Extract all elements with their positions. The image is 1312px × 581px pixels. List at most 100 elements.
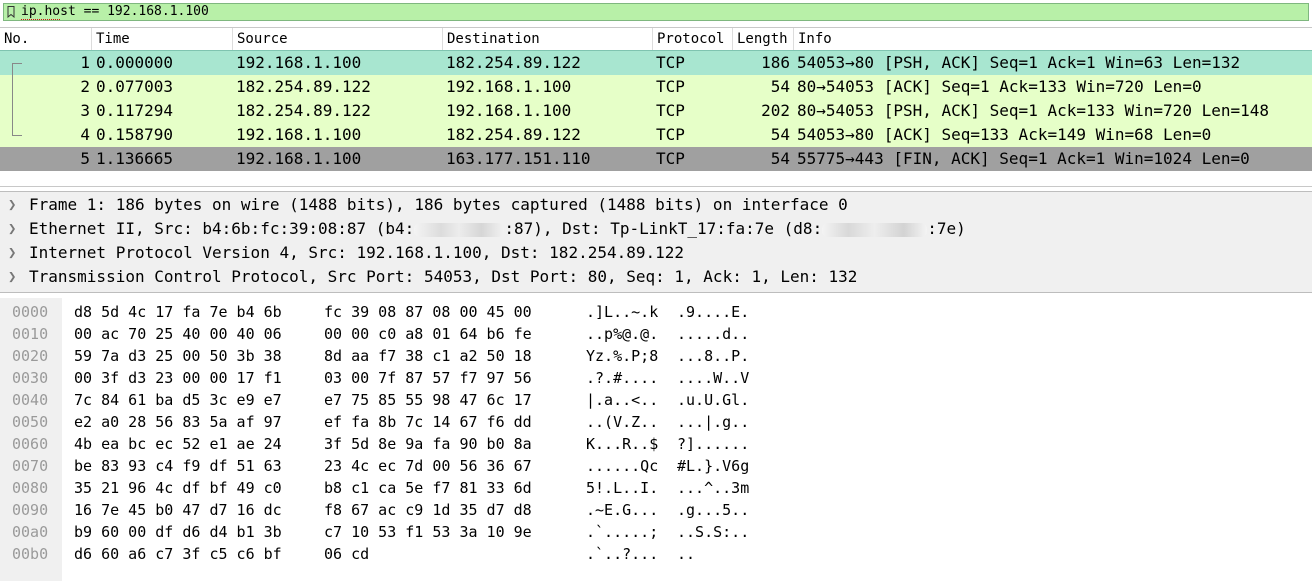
hex-bytes-1: 00 3f d3 23 00 00 17 f1 [74, 369, 282, 387]
packet-list-header: No. Time Source Destination Protocol Len… [0, 28, 1312, 51]
ascii-1: |.a..<.. [586, 391, 659, 409]
display-filter-bar: ip.host == 192.168.1.100 [0, 0, 1312, 24]
hex-offset: 0050 [12, 413, 49, 431]
packet-length: 186 [761, 53, 790, 72]
hex-offset: 00b0 [12, 545, 49, 563]
packet-bytes-pane: 0000 d8 5d 4c 17 fa 7e b4 6b fc 39 08 87 0… [0, 298, 1312, 581]
packet-length: 54 [770, 125, 790, 144]
ascii-2: ....W..V [677, 369, 750, 387]
ascii-1: ......Qc [586, 457, 659, 475]
packet-row[interactable]: 4 0.158790 192.168.1.100 182.254.89.122 TCP 5… [0, 123, 1312, 147]
packet-row[interactable]: 5 1.136665 192.168.1.100 163.177.151.110 TCP… [0, 147, 1312, 171]
ascii-1: .~E.G... [586, 501, 659, 519]
hex-offset: 0080 [12, 479, 49, 497]
hex-row[interactable]: 00b0 d6 60 a6 c7 3f c5 c6 bf 06 cd .`..?...… [0, 543, 1312, 565]
ascii-2: .u.U.Gl. [677, 391, 750, 409]
chevron-right-icon[interactable]: ❯ [8, 193, 20, 217]
ascii-2: ..S.S:.. [677, 523, 750, 541]
packet-length: 54 [770, 149, 790, 168]
ascii-1: .]L..~.k [586, 303, 659, 321]
hex-offset: 0090 [12, 501, 49, 519]
conversation-bracket-top [12, 63, 22, 64]
filter-spell-underline [21, 18, 60, 20]
detail-row-ethernet[interactable]: ❯ Ethernet II, Src: b4:6b:fc:39:08:87 (b… [0, 217, 1312, 241]
hex-bytes-1: 35 21 96 4c df bf 49 c0 [74, 479, 282, 497]
packet-row[interactable]: 2 0.077003 182.254.89.122 192.168.1.100 TCP 5… [0, 75, 1312, 99]
detail-row-frame[interactable]: ❯ Frame 1: 186 bytes on wire (1488 bits)… [0, 193, 1312, 217]
ascii-2: ...|.g.. [677, 413, 750, 431]
redacted-mac [822, 222, 928, 237]
hex-bytes-2: 00 00 c0 a8 01 64 b6 fe [324, 325, 532, 343]
bookmark-icon[interactable] [7, 6, 15, 18]
conversation-bracket-line [12, 63, 13, 135]
ascii-2: .....d.. [677, 325, 750, 343]
packet-list: No. Time Source Destination Protocol Len… [0, 27, 1312, 187]
hex-row[interactable]: 0020 59 7a d3 25 00 50 3b 38 8d aa f7 38 c… [0, 345, 1312, 367]
column-header-source[interactable]: Source [233, 28, 443, 50]
hex-bytes-1: e2 a0 28 56 83 5a af 97 [74, 413, 282, 431]
detail-text: Ethernet II, Src: b4:6b:fc:39:08:87 (b4:… [29, 217, 966, 241]
packet-details-pane: ❯ Frame 1: 186 bytes on wire (1488 bits)… [0, 191, 1312, 293]
detail-row-tcp[interactable]: ❯ Transmission Control Protocol, Src Por… [0, 265, 1312, 289]
packet-info: 54053→80 [ACK] Seq=133 Ack=149 Win=68 Le… [797, 125, 1212, 144]
hex-bytes-2: 3f 5d 8e 9a fa 90 b0 8a [324, 435, 532, 453]
ascii-2: .9....E. [677, 303, 750, 321]
hex-row[interactable]: 0050 e2 a0 28 56 83 5a af 97 ef fa 8b 7c 1… [0, 411, 1312, 433]
hex-bytes-2: ef fa 8b 7c 14 67 f6 dd [324, 413, 532, 431]
display-filter-input[interactable]: ip.host == 192.168.1.100 [3, 3, 1309, 21]
hex-offset: 00a0 [12, 523, 49, 541]
hex-row[interactable]: 0000 d8 5d 4c 17 fa 7e b4 6b fc 39 08 87 0… [0, 301, 1312, 323]
hex-row[interactable]: 00a0 b9 60 00 df d6 d4 b1 3b c7 10 53 f1 5… [0, 521, 1312, 543]
detail-text-part: :7e) [927, 219, 966, 238]
detail-text: Internet Protocol Version 4, Src: 192.16… [29, 243, 685, 262]
column-header-length[interactable]: Length [733, 28, 794, 50]
hex-offset: 0060 [12, 435, 49, 453]
hex-offset: 0070 [12, 457, 49, 475]
hex-bytes-1: be 83 93 c4 f9 df 51 63 [74, 457, 282, 475]
hex-row[interactable]: 0030 00 3f d3 23 00 00 17 f1 03 00 7f 87 5… [0, 367, 1312, 389]
hex-row[interactable]: 0010 00 ac 70 25 40 00 40 06 00 00 c0 a8 0… [0, 323, 1312, 345]
chevron-right-icon[interactable]: ❯ [8, 265, 20, 289]
hex-bytes-1: 4b ea bc ec 52 e1 ae 24 [74, 435, 282, 453]
ascii-2: .. [677, 545, 696, 563]
hex-bytes-2: b8 c1 ca 5e f7 81 33 6d [324, 479, 532, 497]
column-header-no[interactable]: No. [0, 28, 92, 50]
hex-bytes-1: b9 60 00 df d6 d4 b1 3b [74, 523, 282, 541]
packet-row[interactable]: 1 0.000000 192.168.1.100 182.254.89.122 TCP 1… [0, 50, 1312, 76]
detail-row-ipv4[interactable]: ❯ Internet Protocol Version 4, Src: 192.… [0, 241, 1312, 265]
ascii-1: .?.#.... [586, 369, 659, 387]
packet-row[interactable]: 3 0.117294 182.254.89.122 192.168.1.100 TCP 2… [0, 99, 1312, 123]
column-header-destination[interactable]: Destination [443, 28, 653, 50]
column-header-protocol[interactable]: Protocol [653, 28, 733, 50]
hex-offset: 0030 [12, 369, 49, 387]
packet-length: 202 [761, 101, 790, 120]
detail-text: Transmission Control Protocol, Src Port:… [29, 267, 858, 286]
hex-offset: 0000 [12, 303, 49, 321]
hex-bytes-2: fc 39 08 87 08 00 45 00 [324, 303, 532, 321]
packet-info: 55775→443 [FIN, ACK] Seq=1 Ack=1 Win=102… [797, 149, 1250, 168]
hex-offset: 0010 [12, 325, 49, 343]
column-header-time[interactable]: Time [92, 28, 233, 50]
hex-row[interactable]: 0040 7c 84 61 ba d5 3c e9 e7 e7 75 85 55 9… [0, 389, 1312, 411]
detail-text-part: Ethernet II, Src: b4:6b:fc:39:08:87 (b4: [29, 219, 415, 238]
hex-bytes-1: 16 7e 45 b0 47 d7 16 dc [74, 501, 282, 519]
redacted-mac [414, 222, 505, 237]
ascii-1: .`.....; [586, 523, 659, 541]
ascii-1: .`..?... [586, 545, 659, 563]
hex-offset: 0040 [12, 391, 49, 409]
ascii-1: K...R..$ [586, 435, 659, 453]
packet-info: 80→54053 [PSH, ACK] Seq=1 Ack=133 Win=72… [797, 101, 1270, 120]
packet-info: 80→54053 [ACK] Seq=1 Ack=133 Win=720 Len… [797, 77, 1202, 96]
hex-bytes-2: 8d aa f7 38 c1 a2 50 18 [324, 347, 532, 365]
detail-text-part: :87), Dst: Tp-LinkT_17:fa:7e (d8: [504, 219, 823, 238]
chevron-right-icon[interactable]: ❯ [8, 217, 20, 241]
hex-row[interactable]: 0090 16 7e 45 b0 47 d7 16 dc f8 67 ac c9 1… [0, 499, 1312, 521]
hex-row[interactable]: 0080 35 21 96 4c df bf 49 c0 b8 c1 ca 5e f… [0, 477, 1312, 499]
hex-bytes-1: d6 60 a6 c7 3f c5 c6 bf [74, 545, 282, 563]
ascii-1: ..(V.Z.. [586, 413, 659, 431]
column-header-info[interactable]: Info [794, 28, 1312, 50]
chevron-right-icon[interactable]: ❯ [8, 241, 20, 265]
hex-row[interactable]: 0070 be 83 93 c4 f9 df 51 63 23 4c ec 7d 0… [0, 455, 1312, 477]
hex-row[interactable]: 0060 4b ea bc ec 52 e1 ae 24 3f 5d 8e 9a f… [0, 433, 1312, 455]
ascii-1: Yz.%.P;8 [586, 347, 659, 365]
